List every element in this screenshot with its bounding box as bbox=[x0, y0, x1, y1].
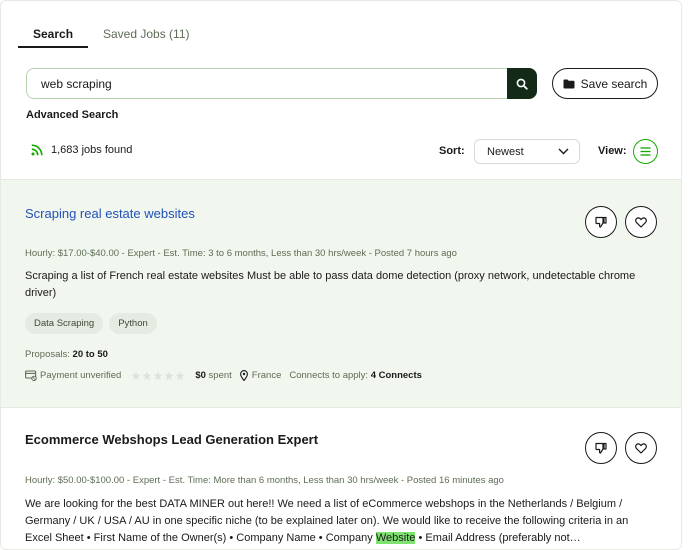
page-background bbox=[682, 0, 700, 550]
search-button[interactable] bbox=[507, 68, 537, 99]
client-info: Payment unverified $0 spent France Conne… bbox=[25, 370, 422, 381]
save-job-button[interactable] bbox=[625, 206, 657, 238]
client-spent: $0 spent bbox=[195, 370, 231, 381]
heart-icon bbox=[635, 442, 647, 454]
view-toggle-button[interactable] bbox=[633, 139, 658, 164]
job-search-panel: Search Saved Jobs (11) Save search Advan… bbox=[0, 0, 682, 550]
star-icon bbox=[164, 371, 174, 380]
location-pin-icon bbox=[239, 370, 248, 381]
view-label: View: bbox=[598, 145, 627, 157]
jobs-found: 1,683 jobs found bbox=[31, 144, 132, 156]
heart-icon bbox=[635, 216, 647, 228]
job-meta: Hourly: $50.00-$100.00 - Expert - Est. T… bbox=[25, 475, 504, 486]
proposals-value: 20 to 50 bbox=[72, 349, 108, 360]
job-description: We are looking for the best DATA MINER o… bbox=[25, 496, 655, 547]
skill-tag[interactable]: Data Scraping bbox=[25, 313, 104, 334]
tab-saved-jobs[interactable]: Saved Jobs (11) bbox=[103, 27, 190, 41]
jobs-found-count: 1,683 jobs found bbox=[51, 144, 133, 156]
job-card[interactable]: Scraping real estate websites Hourly: $1… bbox=[1, 179, 681, 408]
description-text: • Email Address (preferably not… bbox=[415, 532, 581, 544]
star-icon bbox=[153, 371, 163, 380]
client-location: France bbox=[251, 370, 282, 381]
thumbs-down-icon bbox=[595, 442, 607, 454]
sort-dropdown[interactable]: Newest bbox=[474, 139, 580, 164]
skill-tags: Data Scraping Python bbox=[25, 313, 157, 334]
active-tab-indicator bbox=[18, 46, 88, 48]
job-meta: Hourly: $17.00-$40.00 - Expert - Est. Ti… bbox=[25, 248, 457, 259]
sort-label: Sort: bbox=[439, 145, 465, 157]
advanced-search-link[interactable]: Advanced Search bbox=[26, 109, 118, 121]
job-description: Scraping a list of French real estate we… bbox=[25, 270, 636, 299]
search-input[interactable] bbox=[41, 69, 501, 98]
dislike-button[interactable] bbox=[585, 432, 617, 464]
save-job-button[interactable] bbox=[625, 432, 657, 464]
client-rating bbox=[131, 371, 185, 381]
list-view-icon bbox=[640, 147, 651, 156]
save-search-label: Save search bbox=[580, 76, 648, 91]
connects-info: Connects to apply: 4 Connects bbox=[289, 370, 422, 381]
proposals-label: Proposals: bbox=[25, 349, 70, 360]
job-card[interactable]: Ecommerce Webshops Lead Generation Exper… bbox=[1, 408, 681, 549]
more-link[interactable]: more bbox=[25, 546, 46, 549]
chevron-down-icon bbox=[558, 148, 569, 155]
spent-suffix: spent bbox=[208, 370, 232, 381]
spent-amount: $0 bbox=[195, 370, 206, 381]
skill-tag[interactable]: Python bbox=[109, 313, 157, 334]
rss-feed-icon[interactable] bbox=[31, 144, 43, 156]
star-icon bbox=[142, 371, 152, 380]
proposals: Proposals: 20 to 50 bbox=[25, 349, 108, 360]
connects-value: 4 Connects bbox=[370, 370, 422, 381]
search-term-highlight: Website bbox=[375, 532, 416, 544]
search-field[interactable] bbox=[26, 68, 509, 99]
payment-unverified-icon bbox=[25, 370, 37, 381]
folder-icon bbox=[563, 79, 575, 88]
dislike-button[interactable] bbox=[585, 206, 617, 238]
star-icon bbox=[175, 371, 185, 380]
connects-label: Connects to apply: bbox=[289, 370, 369, 381]
search-icon bbox=[516, 78, 528, 90]
payment-status: Payment unverified bbox=[40, 370, 122, 381]
job-title[interactable]: Ecommerce Webshops Lead Generation Exper… bbox=[25, 432, 318, 447]
sort-value: Newest bbox=[487, 145, 524, 158]
save-search-button[interactable]: Save search bbox=[552, 68, 658, 99]
star-icon bbox=[131, 371, 141, 380]
thumbs-down-icon bbox=[595, 216, 607, 228]
tab-search[interactable]: Search bbox=[33, 27, 73, 41]
job-title[interactable]: Scraping real estate websites bbox=[25, 206, 195, 221]
